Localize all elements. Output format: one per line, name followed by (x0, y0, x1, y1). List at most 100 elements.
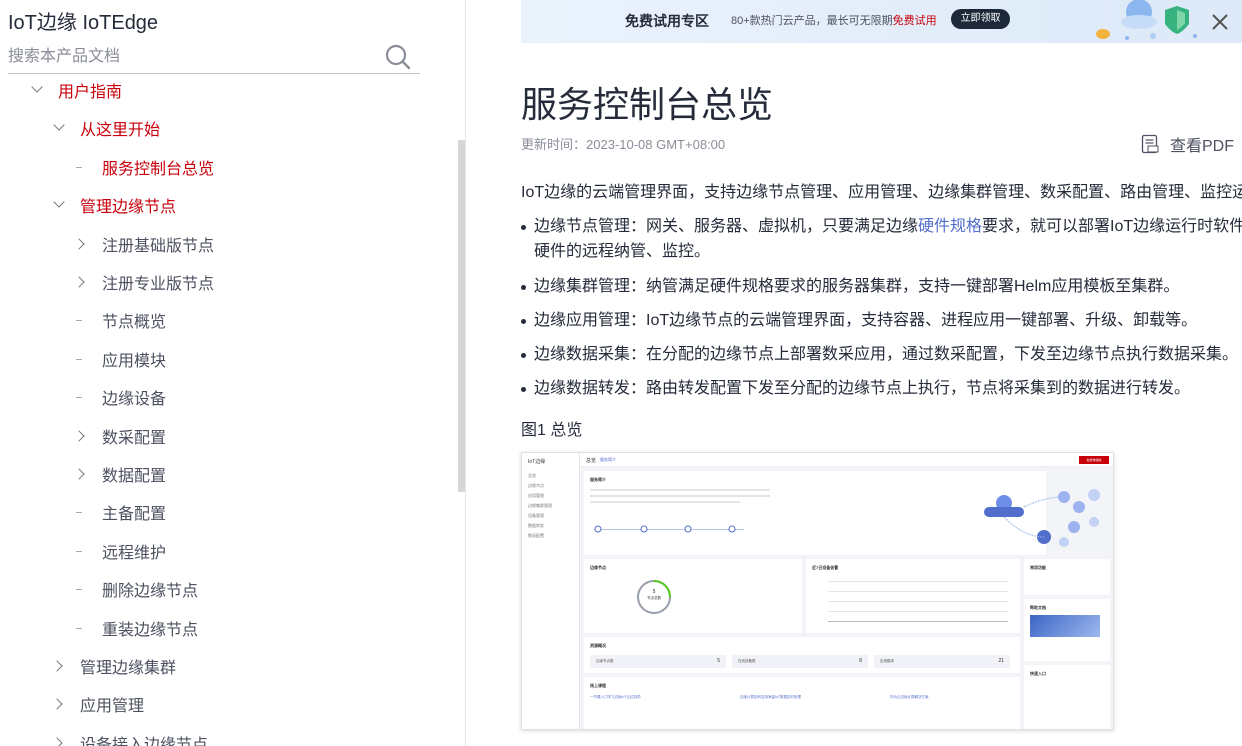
chevron-right-icon[interactable] (74, 274, 90, 290)
view-pdf-label: 查看PDF (1170, 138, 1235, 155)
dash-icon (74, 351, 90, 367)
product-title[interactable]: IoT边缘 IoTEdge (8, 6, 158, 35)
sidebar-item[interactable]: 重装边缘节点 (74, 610, 198, 646)
figure-architecture-icon (984, 489, 1100, 547)
sidebar-item[interactable]: 数采配置 (74, 418, 166, 454)
figure-courses-card: 线上课程 一节课入门学习边缘IoT云边协同 边缘计算如何支持海量IoT数据实时处理… (584, 677, 1020, 729)
sidebar-item[interactable]: 主备配置 (74, 494, 166, 530)
hardware-spec-link[interactable]: 硬件规格 (918, 218, 982, 235)
feature-text: 边缘数据采集：在分配的边缘节点上部署数采应用，通过数采配置，下发至边缘节点执行数… (534, 346, 1239, 363)
figure-stat-value: 5 (717, 658, 720, 664)
sidebar-item-label: 服务控制台总览 (102, 160, 215, 178)
feature-text: 边缘应用管理：IoT边缘节点的云端管理界面，支持容器、进程应用一键部署、升级、卸… (534, 312, 1198, 329)
sidebar-item[interactable]: 管理边缘集群 (52, 648, 176, 684)
figure-head-button: 免费体验版 (1079, 456, 1109, 464)
figure-stat-value: 21 (998, 658, 1004, 664)
sidebar-item-label: 边缘设备 (102, 391, 167, 409)
bullet-dot (521, 353, 526, 358)
sidebar-item-label: 管理边缘节点 (80, 199, 177, 217)
figure-steps-icon (594, 525, 736, 533)
figure-side-item: 数据转发 (528, 523, 544, 528)
figure-stat-box: 应用模块 21 (874, 655, 1010, 668)
promo-claim-button[interactable]: 立即领取 (951, 9, 1010, 29)
view-pdf-link[interactable]: 查看PDF (1140, 132, 1234, 156)
chevron-down-icon[interactable] (30, 82, 46, 98)
dash-icon (74, 620, 90, 636)
promo-banner[interactable]: 免费试用专区 80+款热门云产品，最长可无限期免费试用 立即领取 (521, 0, 1242, 43)
sidebar-item-label: 数采配置 (102, 429, 167, 447)
figure-console-sidebar: IoT边缘 总览 边缘节点 应用管理 边缘集群管理 设备管理 数据转发 数采配置 (522, 453, 580, 729)
update-time: 更新时间：2023-10-08 GMT+08:00 (521, 137, 726, 152)
dash-icon (74, 581, 90, 597)
feature-text: 硬件的远程纳管、监控。 (534, 243, 711, 260)
feature-list-text: 边缘应用管理：IoT边缘节点的云端管理界面，支持容器、进程应用一键部署、升级、卸… (534, 308, 1197, 333)
sidebar-item[interactable]: 管理边缘节点 (52, 187, 176, 223)
sidebar-item[interactable]: 从这里开始 (52, 110, 160, 146)
figure-side-item: 边缘集群管理 (528, 503, 552, 508)
figure-side-item: 总览 (528, 473, 536, 478)
figure-common-card: 常用功能 (1024, 559, 1110, 595)
sidebar-item[interactable]: 应用管理 (52, 686, 144, 722)
pdf-document-icon (1141, 134, 1159, 154)
sidebar-item-label: 应用管理 (80, 698, 145, 716)
sidebar-item[interactable]: 边缘设备 (74, 379, 166, 415)
search-input[interactable] (8, 44, 368, 70)
sidebar-item-label: 远程维护 (102, 544, 167, 562)
sidebar-scrollbar[interactable] (458, 140, 465, 492)
sidebar-item-label: 注册基础版节点 (102, 237, 215, 255)
search-icon[interactable] (384, 43, 412, 71)
figure-side-title: IoT边缘 (528, 459, 546, 465)
figure-courses-card-title: 线上课程 (590, 683, 606, 688)
figure-side-item: 边缘节点 (528, 483, 544, 488)
feature-list-text: 边缘数据采集：在分配的边缘节点上部署数采应用，通过数采配置，下发至边缘节点执行数… (534, 342, 1238, 367)
figure-help-card-title: 帮助文档 (1030, 605, 1046, 610)
sidebar-item[interactable]: 设备接入边缘节点 (52, 725, 208, 746)
figure-trend-card-title: 近7日设备告警 (812, 565, 839, 570)
sidebar-item[interactable]: 应用模块 (74, 341, 166, 377)
dash-icon (74, 159, 90, 175)
sidebar-item-label: 数据配置 (102, 468, 167, 485)
sidebar-item[interactable]: 节点概览 (74, 302, 166, 338)
chevron-down-icon[interactable] (52, 197, 68, 213)
chevron-right-icon[interactable] (74, 466, 90, 482)
bullet-dot (521, 225, 526, 230)
chevron-down-icon[interactable] (52, 120, 68, 136)
figure-course-link: 华为云边缘计算解决方案 (890, 695, 929, 699)
dash-icon (74, 543, 90, 559)
sidebar-item[interactable]: 服务控制台总览 (74, 149, 214, 185)
figure-usage-card: 资源概况 边缘节点数 5 在线设备数 8 应用模块 21 (584, 637, 1020, 673)
figure-side-item: 设备管理 (528, 513, 544, 518)
figure-stat-label: 应用模块 (880, 659, 894, 663)
sidebar-item[interactable]: 删除边缘节点 (74, 571, 198, 607)
bullet-dot (521, 319, 526, 324)
chevron-right-icon[interactable] (52, 735, 68, 746)
page-title: 服务控制台总览 (521, 84, 774, 125)
figure-common-card-title: 常用功能 (1030, 565, 1046, 570)
dash-icon (74, 312, 90, 328)
feature-list-text: 边缘集群管理：纳管满足硬件规格要求的服务器集群，支持一键部署Helm应用模板至集… (534, 274, 1179, 299)
chevron-right-icon[interactable] (74, 236, 90, 252)
figure-head-sub: 服务简介 (600, 457, 616, 462)
promo-title: 免费试用专区 (625, 13, 709, 29)
sidebar-item[interactable]: 注册专业版节点 (74, 264, 214, 300)
chevron-right-icon[interactable] (74, 428, 90, 444)
chevron-right-icon[interactable] (52, 658, 68, 674)
sidebar-item[interactable]: 远程维护 (74, 533, 166, 569)
sidebar-item[interactable]: 用户指南 (30, 72, 122, 108)
figure-help-banner (1030, 615, 1100, 637)
figure-nodes-count: 5 (652, 589, 656, 595)
figure-stat-value: 8 (859, 658, 862, 664)
figure-stat-box: 边缘节点数 5 (590, 655, 726, 668)
feature-text: 边缘集群管理：纳管满足硬件规格要求的服务器集群，支持一键部署Helm应用模板至集… (534, 278, 1180, 295)
sidebar-item-label: 用户指南 (58, 84, 123, 101)
doc-sidebar: IoT边缘 IoTEdge 用户指南从这里开始服务控制台总览管理边缘节点注册基础… (0, 0, 466, 746)
figure-nodes-card-title: 边缘节点 (590, 565, 606, 570)
chevron-right-icon[interactable] (52, 696, 68, 712)
sidebar-item[interactable]: 数据配置 (74, 456, 166, 492)
sidebar-item-label: 删除边缘节点 (102, 583, 199, 601)
close-icon[interactable] (1210, 12, 1230, 32)
figure-nodes-unit: 节点总数 (647, 596, 661, 600)
sidebar-item-label: 管理边缘集群 (80, 660, 177, 677)
sidebar-item[interactable]: 注册基础版节点 (74, 226, 214, 262)
figure-side-item: 数采配置 (528, 533, 544, 538)
